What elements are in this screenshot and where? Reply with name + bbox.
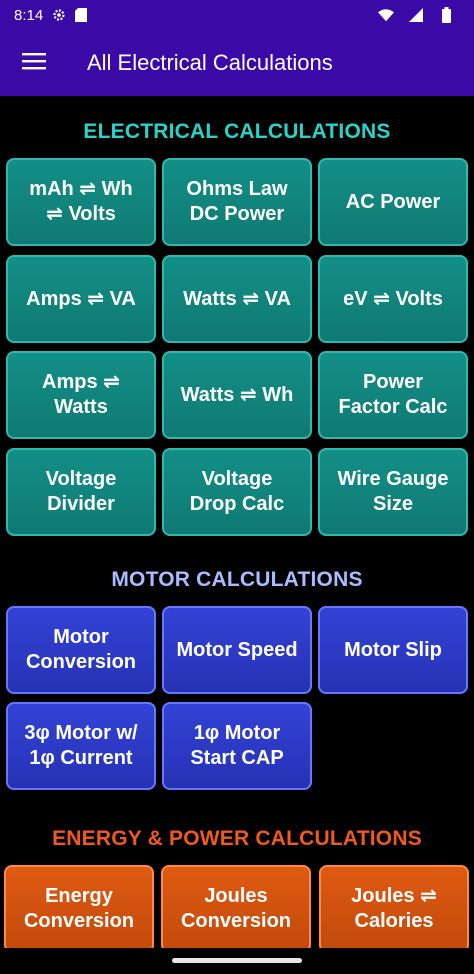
tile-power-factor-calc[interactable]: Power Factor Calc xyxy=(318,351,468,439)
tile-motor-conversion[interactable]: Motor Conversion xyxy=(6,606,156,694)
tile-ohms-law-dc-power[interactable]: Ohms Law DC Power xyxy=(162,158,312,246)
tile-amps-va[interactable]: Amps ⇌ VA xyxy=(6,255,156,343)
page-title: All Electrical Calculations xyxy=(87,50,333,75)
tile-ev-volts[interactable]: eV ⇌ Volts xyxy=(318,255,468,343)
navigation-bar xyxy=(0,948,474,974)
tile-amps-watts[interactable]: Amps ⇌ Watts xyxy=(6,351,156,439)
tile-1ph-motor-start-cap[interactable]: 1φ Motor Start CAP xyxy=(162,702,312,790)
calculations-list[interactable]: ELECTRICAL CALCULATIONS mAh ⇌ Wh ⇌ Volts… xyxy=(0,96,474,948)
tile-mah-wh-volts[interactable]: mAh ⇌ Wh ⇌ Volts xyxy=(6,158,156,246)
tile-3ph-motor-1ph-current[interactable]: 3φ Motor w/ 1φ Current xyxy=(6,702,156,790)
app-bar: All Electrical Calculations xyxy=(0,30,474,96)
tile-ac-power[interactable]: AC Power xyxy=(318,158,468,246)
home-gesture-handle[interactable] xyxy=(172,958,302,963)
motor-section-heading: MOTOR CALCULATIONS xyxy=(111,568,363,591)
tile-energy-conversion[interactable]: Energy Conversion xyxy=(4,865,154,948)
tile-watts-wh[interactable]: Watts ⇌ Wh xyxy=(162,351,312,439)
status-bar: 8:14 xyxy=(0,0,474,30)
sd-card-icon xyxy=(73,7,89,23)
wifi-icon xyxy=(378,7,394,23)
energy-section-heading: ENERGY & POWER CALCULATIONS xyxy=(52,827,422,850)
tile-motor-speed[interactable]: Motor Speed xyxy=(162,606,312,694)
tile-voltage-drop-calc[interactable]: Voltage Drop Calc xyxy=(162,448,312,536)
tile-joules-calories[interactable]: Joules ⇌ Calories xyxy=(319,865,469,948)
tile-voltage-divider[interactable]: Voltage Divider xyxy=(6,448,156,536)
status-time: 8:14 xyxy=(14,6,44,24)
battery-icon xyxy=(438,7,454,23)
settings-gear-icon xyxy=(51,7,67,23)
tile-wire-gauge-size[interactable]: Wire Gauge Size xyxy=(318,448,468,536)
tile-joules-conversion[interactable]: Joules Conversion xyxy=(161,865,311,948)
electrical-section-heading: ELECTRICAL CALCULATIONS xyxy=(83,120,391,143)
signal-icon xyxy=(408,7,424,23)
tile-watts-va[interactable]: Watts ⇌ VA xyxy=(162,255,312,343)
hamburger-menu-icon xyxy=(22,52,46,75)
tile-motor-slip[interactable]: Motor Slip xyxy=(318,606,468,694)
menu-button[interactable] xyxy=(0,30,68,96)
